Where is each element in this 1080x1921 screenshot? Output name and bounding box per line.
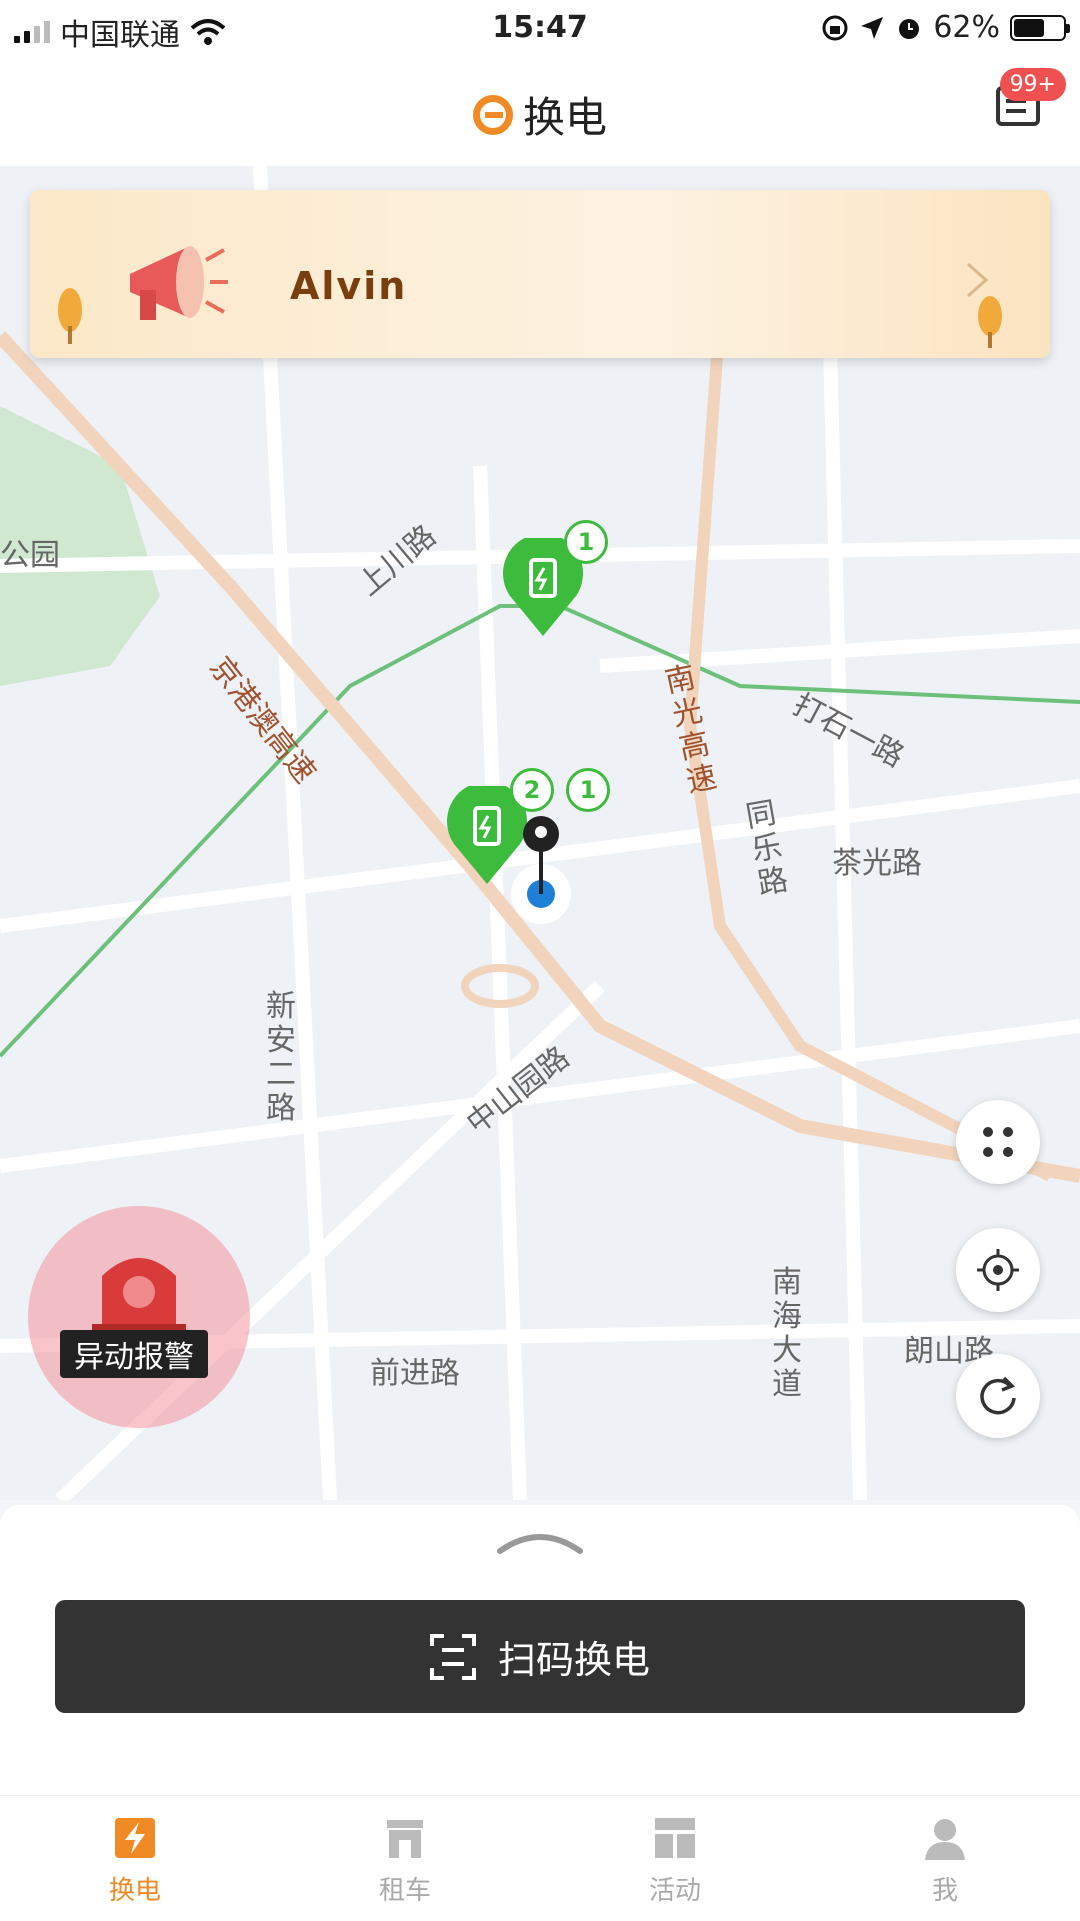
title-text: 换电 xyxy=(522,93,607,142)
grid-icon xyxy=(655,1818,695,1858)
crosshair-icon xyxy=(977,1249,1019,1291)
road-label: 新安二路 xyxy=(266,989,296,1126)
tab-swap[interactable]: 换电 xyxy=(0,1796,270,1921)
dots-grid-icon xyxy=(983,1127,1013,1157)
logo-icon xyxy=(472,94,513,135)
location-pin-icon xyxy=(511,816,571,924)
road-label: 前进路 xyxy=(370,1356,460,1391)
tree-icon xyxy=(978,296,1002,348)
scan-button-label: 扫码换电 xyxy=(497,1638,650,1682)
tab-bar: 换电 租车 活动 我 xyxy=(0,1795,1080,1921)
anomaly-alarm-button[interactable]: 异动报警 xyxy=(28,1206,250,1428)
shop-icon xyxy=(387,1820,423,1858)
park-label: 公园 xyxy=(0,538,60,573)
tab-label: 租车 xyxy=(378,1876,431,1906)
road-label: 茶光路 xyxy=(832,846,922,881)
alarm-label: 异动报警 xyxy=(60,1330,208,1378)
battery-percent: 62% xyxy=(933,10,1000,45)
page-title: 换电 xyxy=(0,84,1080,145)
promo-banner[interactable]: Alvin xyxy=(30,190,1050,358)
locate-button[interactable] xyxy=(956,1228,1040,1312)
app-header: 换电 99+ xyxy=(0,56,1080,166)
tab-label: 活动 xyxy=(648,1876,701,1906)
rotation-lock-icon xyxy=(822,15,848,40)
layers-button[interactable] xyxy=(956,1100,1040,1184)
scan-swap-button[interactable]: 扫码换电 xyxy=(55,1600,1025,1713)
user-location-pin xyxy=(506,806,576,926)
alarm-clock-icon xyxy=(899,18,920,39)
message-badge: 99+ xyxy=(999,68,1066,101)
tab-label: 换电 xyxy=(108,1876,161,1906)
tab-activity[interactable]: 活动 xyxy=(540,1796,810,1921)
refresh-button[interactable] xyxy=(956,1354,1040,1438)
tab-label: 我 xyxy=(931,1876,958,1906)
status-bar: 中国联通 15:47 62% xyxy=(0,0,1080,56)
tree-icon xyxy=(58,288,82,344)
tab-me[interactable]: 我 xyxy=(810,1796,1080,1921)
user-icon xyxy=(925,1819,965,1860)
tab-rent[interactable]: 租车 xyxy=(270,1796,540,1921)
refresh-icon xyxy=(980,1376,1016,1415)
scan-icon xyxy=(429,1633,476,1680)
road-label: 南海大道 xyxy=(772,1265,802,1402)
megaphone-icon xyxy=(130,246,228,320)
siren-icon xyxy=(92,1258,186,1340)
location-icon xyxy=(861,16,884,39)
marker-count: 1 xyxy=(564,520,608,564)
banner-name: Alvin xyxy=(290,264,408,308)
chevron-right-icon xyxy=(967,262,989,298)
chevron-up-icon[interactable] xyxy=(496,1529,584,1555)
bolt-icon xyxy=(115,1818,155,1858)
battery-icon xyxy=(1010,14,1070,41)
